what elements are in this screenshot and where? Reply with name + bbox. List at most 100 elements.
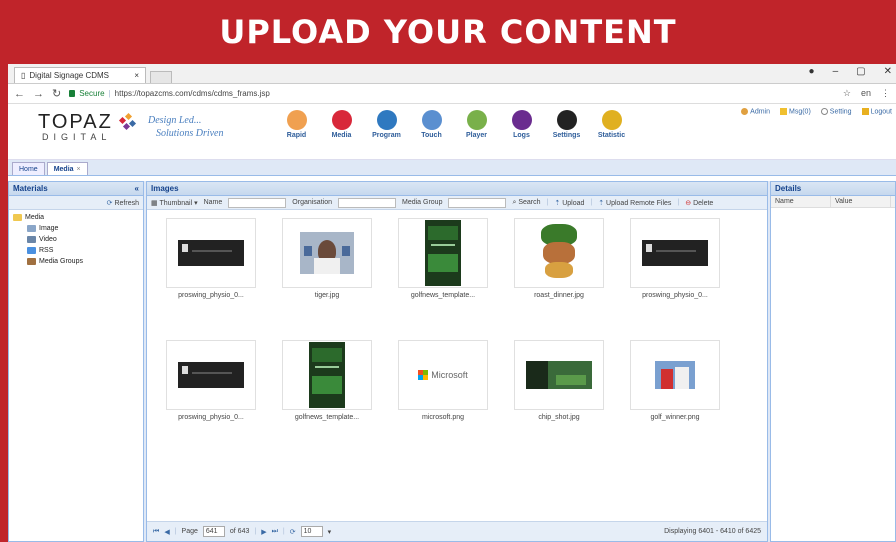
- toolbar-label: Settings: [552, 132, 581, 139]
- folder-icon: [13, 214, 22, 221]
- upload-remote-icon: ⇡: [598, 199, 605, 207]
- maximize-icon[interactable]: ▢: [856, 66, 865, 77]
- app-header: TOPAZ DIGITAL Design Led... Solutions Dr…: [8, 104, 896, 160]
- media-thumbnail[interactable]: chip_shot.jpg: [511, 340, 607, 434]
- details-columns: Name Value: [771, 196, 895, 208]
- toolbar-label: Rapid: [286, 132, 307, 139]
- reload-icon[interactable]: ↻: [52, 87, 61, 100]
- page-size-dropdown-icon[interactable]: ▾: [328, 528, 332, 536]
- program-icon: [376, 110, 397, 130]
- toolbar-settings-button[interactable]: Settings: [544, 110, 589, 139]
- refresh-icon[interactable]: ⟳: [290, 528, 296, 536]
- rss-icon: [27, 247, 36, 254]
- toolbar-player-button[interactable]: Player: [454, 110, 499, 139]
- toolbar-label: Touch: [421, 132, 442, 139]
- media-icon: [331, 110, 352, 130]
- images-title: Images: [151, 184, 179, 193]
- media-thumbnail[interactable]: golf_winner.png: [627, 340, 723, 434]
- toolbar-label: Program: [372, 132, 401, 139]
- back-icon[interactable]: ←: [14, 88, 25, 100]
- prev-page-icon[interactable]: ◀: [164, 528, 169, 536]
- forward-icon[interactable]: →: [33, 88, 44, 100]
- group-input[interactable]: [448, 197, 507, 208]
- statistic-icon: [601, 110, 622, 130]
- collapse-icon[interactable]: «: [135, 184, 139, 193]
- thumbnail-image: [282, 340, 372, 410]
- media-thumbnail[interactable]: proswing_physio_0...: [163, 218, 259, 312]
- secure-label: Secure: [79, 89, 105, 98]
- org-input[interactable]: [338, 197, 396, 208]
- materials-panel: Materials « ⟳ Refresh Media Image Video R…: [8, 181, 144, 542]
- tab-home[interactable]: Home: [12, 162, 45, 175]
- close-window-icon[interactable]: ✕: [884, 66, 892, 77]
- toolbar-logs-button[interactable]: Logs: [499, 110, 544, 139]
- name-label: Name: [203, 199, 223, 206]
- msg-link[interactable]: Msg(0): [780, 108, 811, 115]
- tree-node-media[interactable]: Media: [13, 212, 139, 223]
- tree-node-video[interactable]: Video: [13, 234, 139, 245]
- media-thumbnail[interactable]: proswing_physio_0...: [627, 218, 723, 312]
- tab-media[interactable]: Media ×: [46, 162, 88, 175]
- admin-link[interactable]: Admin: [741, 108, 770, 115]
- tree-node-rss[interactable]: RSS: [13, 245, 139, 256]
- workspace: Materials « ⟳ Refresh Media Image Video R…: [8, 181, 896, 542]
- tree-node-media-groups[interactable]: Media Groups: [13, 256, 139, 267]
- toolbar-touch-button[interactable]: Touch: [409, 110, 454, 139]
- page-size-select[interactable]: 10: [300, 526, 323, 537]
- thumbnail-caption: golfnews_template...: [410, 292, 476, 299]
- video-icon: [27, 236, 36, 243]
- org-label: Organisation: [292, 199, 332, 206]
- first-page-icon[interactable]: ⏮: [153, 528, 159, 536]
- col-value[interactable]: Value: [831, 196, 891, 207]
- settings-icon: [556, 110, 577, 130]
- media-thumbnail[interactable]: tiger.jpg: [279, 218, 375, 312]
- player-icon: [466, 110, 487, 130]
- view-mode-select[interactable]: ▦ Thumbnail ▾: [151, 199, 198, 207]
- refresh-button[interactable]: ⟳ Refresh: [107, 199, 139, 207]
- media-thumbnail[interactable]: Microsoft microsoft.png: [395, 340, 491, 434]
- upload-button[interactable]: ⇡ Upload: [554, 199, 584, 207]
- media-thumbnail[interactable]: roast_dinner.jpg: [511, 218, 607, 312]
- logout-link[interactable]: Logout: [861, 108, 892, 115]
- last-page-icon[interactable]: ⏭: [272, 528, 278, 536]
- toolbar-rapid-button[interactable]: Rapid: [274, 110, 319, 139]
- delete-button[interactable]: ⊖ Delete: [685, 199, 713, 207]
- minimize-icon[interactable]: –: [833, 66, 839, 77]
- tree-node-image[interactable]: Image: [13, 223, 139, 234]
- logs-icon: [511, 110, 532, 130]
- url-text: https://topazcms.com/cdms/cdms_frams.jsp: [114, 89, 270, 98]
- tab-close-icon[interactable]: ×: [134, 71, 139, 80]
- top-links: Admin Msg(0) Setting Logout: [741, 108, 892, 115]
- media-thumbnail[interactable]: golfnews_template...: [279, 340, 375, 434]
- search-button[interactable]: ⌕ Search: [512, 199, 540, 207]
- toolbar-statistic-button[interactable]: Statistic: [589, 110, 634, 139]
- upload-remote-button[interactable]: ⇡ Upload Remote Files: [598, 199, 671, 207]
- media-thumbnail[interactable]: golfnews_template...: [395, 218, 491, 312]
- toolbar-media-button[interactable]: Media: [319, 110, 364, 139]
- media-thumbnail[interactable]: proswing_physio_0...: [163, 340, 259, 434]
- menu-icon[interactable]: ⋮: [881, 88, 890, 99]
- thumbnail-image: [630, 340, 720, 410]
- star-icon[interactable]: ☆: [843, 88, 851, 99]
- key-icon: [861, 108, 869, 115]
- main-toolbar: Rapid Media Program Touch Player Logs Settings…: [274, 110, 634, 139]
- col-name[interactable]: Name: [771, 196, 831, 207]
- promo-banner: UPLOAD YOUR CONTENT: [0, 0, 896, 64]
- thumbnail-image: [166, 218, 256, 288]
- toolbar-program-button[interactable]: Program: [364, 110, 409, 139]
- browser-tab-title: Digital Signage CDMS: [29, 71, 109, 80]
- account-icon[interactable]: ●: [809, 66, 815, 77]
- next-page-icon[interactable]: ▶: [261, 528, 266, 536]
- details-panel: Details Name Value: [770, 181, 896, 542]
- thumbnail-image: [630, 218, 720, 288]
- language-badge[interactable]: en: [861, 88, 871, 99]
- new-tab-button[interactable]: [150, 71, 172, 83]
- setting-link[interactable]: Setting: [820, 108, 852, 115]
- url-field[interactable]: Secure | https://topazcms.com/cdms/cdms_…: [69, 89, 835, 98]
- window-controls: ● – ▢ ✕: [809, 66, 892, 77]
- thumbnail-caption: proswing_physio_0...: [178, 414, 244, 421]
- name-input[interactable]: [228, 197, 287, 208]
- page-input[interactable]: 641: [202, 526, 225, 537]
- gear-icon: [820, 108, 828, 115]
- browser-tab[interactable]: ▯ Digital Signage CDMS ×: [14, 67, 146, 83]
